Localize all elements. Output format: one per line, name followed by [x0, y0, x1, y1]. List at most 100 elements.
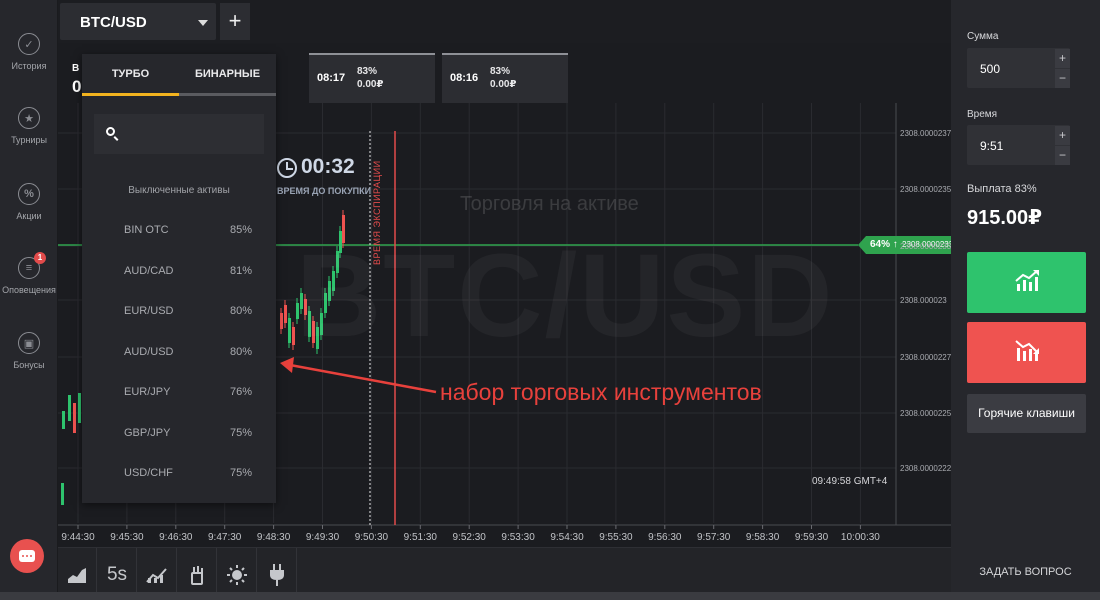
sum-decrease-button[interactable]: − — [1055, 69, 1070, 88]
y-tick-label: 2308.000023 — [900, 296, 947, 305]
sidebar-item-history[interactable]: ✓ История — [0, 33, 58, 71]
asset-name: EUR/JPY — [124, 386, 171, 398]
asset-name: AUD/USD — [124, 345, 174, 358]
deal-sum: 0.00₽ — [490, 79, 517, 90]
asset-search-input[interactable] — [94, 114, 264, 154]
sidebar-item-notifications[interactable]: ≡ 1 Оповещения — [0, 252, 58, 295]
x-tick-label: 9:53:30 — [501, 532, 535, 543]
active-tab-indicator — [82, 93, 179, 96]
add-tab-button[interactable]: + — [220, 3, 250, 40]
x-tick-label: 9:47:30 — [208, 532, 242, 543]
asset-row[interactable]: AUD/USD 80% — [124, 346, 252, 366]
x-tick-label: 9:51:30 — [403, 532, 437, 543]
drawing-tools-icon — [191, 565, 203, 585]
chevron-down-icon[interactable] — [198, 20, 208, 26]
buy-up-button[interactable] — [967, 252, 1086, 313]
search-icon — [106, 127, 115, 136]
tab-binary[interactable]: БИНАРНЫЕ — [179, 54, 276, 96]
trend-up-icon — [1015, 270, 1039, 291]
asset-row[interactable]: BIN OTC 85% — [124, 224, 252, 244]
deal-sum: 0.00₽ — [357, 79, 384, 90]
y-tick-label: 2308.0000237 — [900, 129, 952, 138]
trophy-icon: ★ — [18, 107, 40, 129]
tab-turbo[interactable]: ТУРБО — [82, 54, 179, 96]
time-value: 9:51 — [980, 139, 1004, 153]
x-tick-label: 9:49:30 — [305, 532, 340, 543]
check-circle-icon: ✓ — [18, 33, 40, 55]
ask-question-link[interactable]: ЗАДАТЬ ВОПРОС — [951, 566, 1100, 578]
sidebar-item-label: Оповещения — [2, 285, 56, 295]
chat-icon — [19, 550, 35, 562]
time-increase-button[interactable]: + — [1055, 126, 1070, 145]
asset-name: GBP/JPY — [124, 426, 171, 439]
sidebar-item-label: Бонусы — [13, 360, 45, 370]
asset-row[interactable]: AUD/CAD 81% — [124, 265, 252, 285]
y-tick-label: 2308.0000235 — [900, 185, 952, 194]
asset-payout: 80% — [229, 345, 252, 358]
disabled-assets-title: Выключенные активы — [128, 185, 230, 196]
x-tick-label: 10:00:30 — [840, 532, 880, 543]
hotkeys-button[interactable]: Горячие клавиши — [967, 394, 1086, 433]
x-tick-label: 9:55:30 — [599, 532, 633, 543]
partially-hidden-label: В — [72, 63, 80, 74]
trend-down-icon — [1015, 340, 1039, 361]
candle — [61, 483, 64, 505]
time-label: Время — [967, 109, 998, 120]
candle — [284, 305, 287, 323]
x-tick-label: 9:52:30 — [452, 532, 486, 543]
x-tick-label: 9:54:30 — [550, 532, 584, 543]
asset-row[interactable]: GBP/JPY 75% — [124, 427, 252, 447]
clock-icon — [277, 158, 297, 178]
asset-row[interactable]: EUR/JPY 76% — [124, 386, 252, 406]
sidebar-item-label: Турниры — [11, 135, 47, 145]
sum-label: Сумма — [967, 31, 999, 42]
deal-percent: 83% — [490, 66, 511, 77]
timer-caption: ВРЕМЯ ДО ПОКУПКИ — [277, 186, 372, 196]
candle — [78, 393, 81, 423]
theme-icon — [227, 564, 247, 585]
percent-icon: % — [18, 183, 40, 205]
asset-row[interactable]: USD/CHF 75% — [124, 467, 252, 487]
y-tick-label: 2308.0000233 — [900, 242, 952, 251]
sidebar-item-label: Акции — [16, 211, 42, 221]
asset-name: USD/CHF — [124, 467, 173, 479]
notification-badge: 1 — [34, 252, 46, 264]
tab-turbo-label: ТУРБО — [111, 68, 150, 80]
annotation-arrow-line — [289, 363, 437, 394]
open-deal-card[interactable]: 08:17 83% 0.00₽ — [309, 53, 435, 103]
candle — [288, 318, 291, 343]
asset-payout: 80% — [229, 305, 252, 317]
time-decrease-button[interactable]: − — [1055, 146, 1070, 165]
asset-row[interactable]: EUR/USD 80% — [124, 305, 252, 325]
candle — [68, 395, 71, 421]
sidebar-item-tournaments[interactable]: ★ Турниры — [0, 107, 58, 145]
sidebar-item-promotions[interactable]: % Акции — [0, 183, 58, 221]
buy-down-button[interactable] — [967, 322, 1086, 383]
payout-label: Выплата 83% — [967, 183, 1037, 195]
open-deal-card[interactable]: 08:16 83% 0.00₽ — [442, 53, 568, 103]
y-tick-label: 2308.0000225 — [900, 409, 952, 418]
asset-tab-btc-usd[interactable]: BTC/USD — [60, 3, 216, 40]
sidebar-item-label: История — [11, 61, 47, 71]
expiry-line-label: ВРЕМЯ ЭКСПИРАЦИИ — [372, 160, 382, 265]
x-tick-label: 9:57:30 — [697, 532, 731, 543]
asset-payout: 75% — [229, 426, 252, 439]
top-bar: BTC/USD + — [58, 0, 951, 43]
left-sidebar: ✓ История ★ Турниры % Акции ≡ 1 Оповещени… — [0, 0, 58, 600]
x-tick-label: 9:45:30 — [110, 532, 144, 543]
chat-button[interactable] — [10, 539, 44, 573]
sum-increase-button[interactable]: + — [1055, 49, 1070, 68]
notifications-glyph: ≡ — [25, 262, 33, 274]
trading-app: ✓ История ★ Турниры % Акции ≡ 1 Оповещени… — [0, 0, 1100, 600]
partially-hidden-value: 0 — [72, 77, 82, 96]
indicators-icon — [146, 567, 167, 583]
asset-payout: 85% — [229, 224, 252, 236]
annotation-arrow-head — [280, 357, 294, 373]
x-tick-label: 9:58:30 — [745, 532, 780, 543]
x-tick-label: 9:56:30 — [648, 532, 682, 543]
payout-value: 915.00₽ — [967, 207, 1043, 229]
window-bottom-strip — [0, 592, 1100, 600]
asset-name: BIN OTC — [124, 224, 169, 236]
sidebar-item-bonuses[interactable]: ▣ Бонусы — [0, 332, 58, 370]
candle — [292, 327, 295, 345]
